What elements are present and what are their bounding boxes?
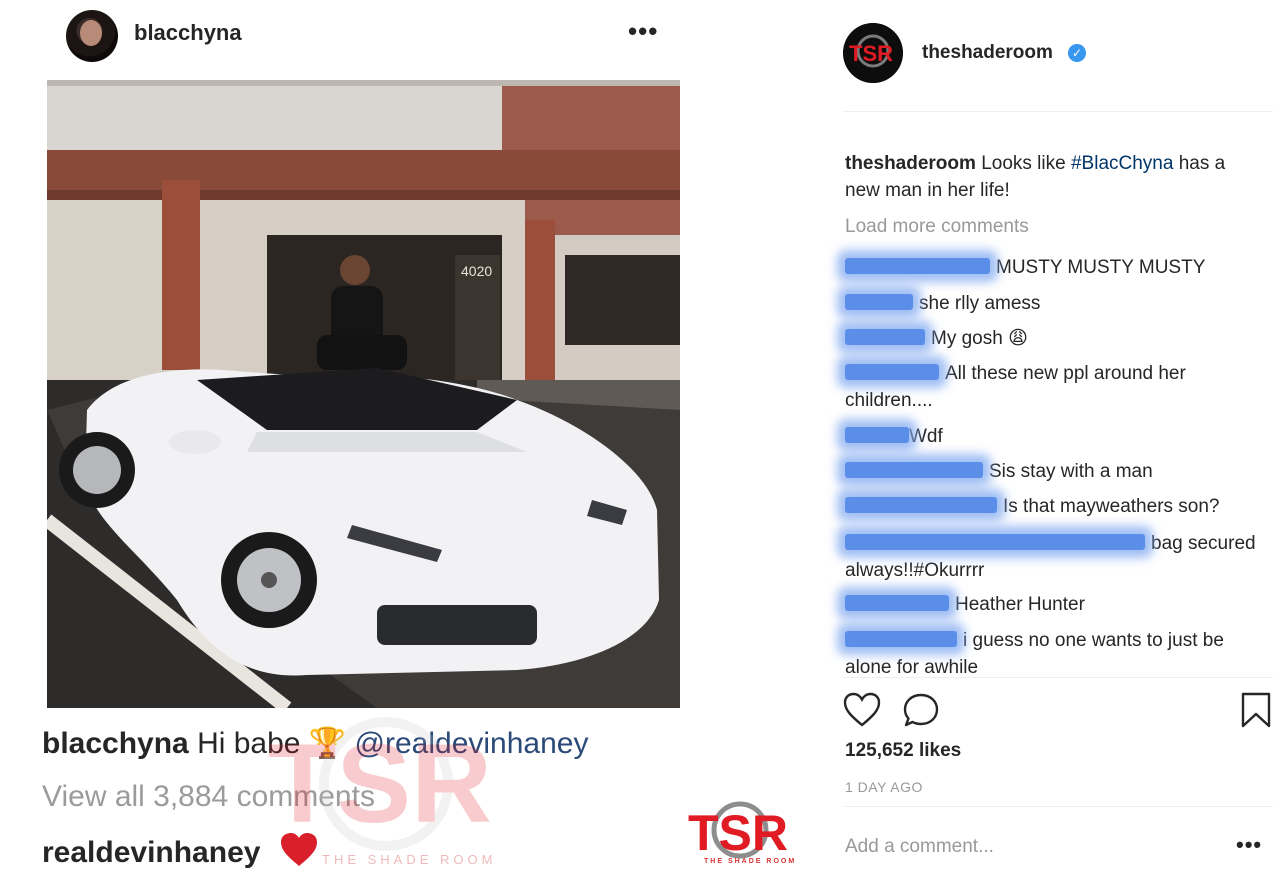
comment-text: MUSTY MUSTY MUSTY [996,257,1206,278]
comment-text: Heather Hunter [955,594,1085,615]
add-comment-input[interactable] [845,836,1205,858]
comment-item: Heather Hunter [845,591,1265,618]
tsr-corner-logo: TSR [688,800,792,867]
redacted-username[interactable] [845,257,990,274]
tsr-corner-subtext: THE SHADE ROOM [704,858,797,865]
redacted-username[interactable] [845,293,913,310]
hashtag-link[interactable]: #BlacChyna [1071,153,1173,174]
post-caption: theshaderoom Looks like #BlacChyna has a… [845,150,1265,204]
tsr-watermark: TSR [268,712,508,857]
svg-text:TSR: TSR [688,805,788,861]
left-post-username[interactable]: blacchyna [134,20,242,46]
redacted-username[interactable] [845,533,1145,550]
redacted-username[interactable] [845,594,949,611]
post-photo: 4020 [47,80,680,708]
caption-author[interactable]: theshaderoom [845,153,976,174]
comment-item: All these new ppl around her children...… [845,360,1265,414]
comment-text: she rlly amess [919,293,1041,314]
comment-input-divider [843,806,1273,807]
post-author-username[interactable]: theshaderoom [922,42,1053,64]
blacchyna-avatar[interactable] [66,10,118,62]
comment-item: she rlly amess [845,290,1265,317]
comment-text: Sis stay with a man [989,461,1153,482]
svg-text:TSR: TSR [849,41,893,66]
comment-item: Is that mayweathers son? [845,493,1265,520]
verified-badge-icon: ✓ [1068,44,1086,62]
header-divider [843,111,1273,112]
left-comment-username[interactable]: realdevinhaney [42,836,260,869]
redacted-username[interactable] [845,426,909,443]
post-timestamp: 1 DAY AGO [845,779,923,795]
redacted-username[interactable] [845,363,939,380]
caption-text-before: Looks like [981,153,1066,174]
left-more-options-icon[interactable]: ••• [628,16,658,47]
caption-username[interactable]: blacchyna [42,727,189,760]
comment-text: Is that mayweathers son? [1003,496,1220,517]
comment-item: My gosh 😩 [845,325,1265,352]
bookmark-icon[interactable] [1240,692,1272,733]
redacted-username[interactable] [845,461,983,478]
comment-item: MUSTY MUSTY MUSTY [845,254,1265,281]
comment-item: i guess no one wants to just be alone fo… [845,627,1265,681]
svg-text:TSR: TSR [268,721,492,846]
watermark-subtext: THE SHADE ROOM [322,852,497,867]
comment-text: Wdf [909,426,943,447]
redacted-username[interactable] [845,496,997,513]
comment-bubble-icon[interactable] [902,692,940,733]
like-heart-icon[interactable] [843,692,881,733]
redacted-username[interactable] [845,630,957,647]
comment-item: Sis stay with a man [845,458,1265,485]
likes-count[interactable]: 125,652 likes [845,740,961,762]
comment-item: bag secured always!!#Okurrrr [845,530,1265,584]
comment-text: My gosh 😩 [931,328,1028,349]
storefront-number: 4020 [461,263,492,279]
actions-divider [843,677,1273,678]
redacted-username[interactable] [845,328,925,345]
load-more-comments-link[interactable]: Load more comments [845,216,1029,238]
theshaderoom-avatar[interactable]: TSR [843,23,903,83]
post-more-options-icon[interactable]: ••• [1236,832,1262,858]
comment-item: Wdf [845,423,1265,450]
